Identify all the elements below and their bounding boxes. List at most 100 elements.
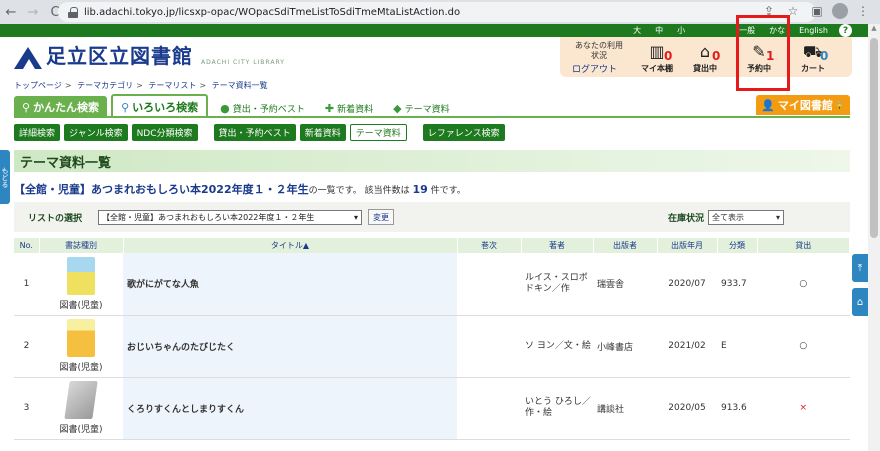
back-side-tab[interactable]: もどる (0, 150, 10, 204)
page-title: テーマ資料一覧 (14, 150, 850, 172)
tab-easy-search[interactable]: ⚲ かんたん検索 (14, 96, 108, 118)
home-icon: ⌂ (856, 296, 864, 308)
font-size-small[interactable]: 小 (670, 25, 692, 36)
menu-kebab-icon[interactable]: ⋮ (854, 2, 872, 20)
forward-button[interactable]: → (22, 1, 44, 23)
row-class: 913.6 (717, 377, 757, 440)
tab-new-items[interactable]: ✚ 新着資料 (317, 98, 381, 118)
tag-icon: ◆ (393, 101, 402, 115)
site-logo[interactable]: 足立区立図書館 ADACHI CITY LIBRARY (14, 40, 285, 69)
breadcrumb-item[interactable]: テーマリスト (148, 81, 196, 90)
breadcrumb: トップページ > テーマカテゴリ > テーマリスト > テーマ資料一覧 (14, 81, 268, 90)
help-icon[interactable]: ? (839, 24, 852, 37)
status-item-label: カート (801, 64, 825, 73)
subnav-reference-search[interactable]: レファレンス検索 (422, 124, 505, 141)
font-size-medium[interactable]: 中 (648, 25, 670, 36)
row-no: 2 (14, 315, 39, 378)
chevron-down-icon: ▾ (775, 212, 780, 222)
row-date: 2020/05 (657, 377, 717, 440)
search-tabs: ⚲ かんたん検索 ⚲ いろいろ検索 ● 貸出・予約ベスト ✚ 新着資料 ◆ テーマ資料 (14, 94, 458, 118)
tab-theme-items[interactable]: ◆ テーマ資料 (385, 98, 457, 118)
col-publisher: 出版者 (593, 238, 658, 253)
subnav-new-items[interactable]: 新着資料 (299, 124, 346, 141)
row-title[interactable]: くろりすくんとしまりすくん (123, 377, 457, 440)
status-lending[interactable]: ⌂ 0 貸出中 (684, 43, 726, 74)
user-status-panel: あなたの利用状況 ログアウト ▥ 0 マイ本棚 ⌂ 0 貸出中 ✎ 1 予約中 … (560, 37, 852, 77)
tab-divider (14, 116, 850, 118)
status-cart[interactable]: ⛟ 0 カート (792, 43, 834, 74)
arrow-up-icon: ⤒ (857, 262, 863, 274)
row-publisher: 小峰書店 (593, 315, 657, 378)
status-mybookshelf[interactable]: ▥ 0 マイ本棚 (636, 43, 678, 74)
breadcrumb-item[interactable]: テーマカテゴリ (77, 81, 133, 90)
book-cover[interactable] (67, 319, 95, 357)
lock-icon (68, 6, 78, 18)
logo-mark-icon (14, 47, 42, 69)
scroll-thumb[interactable] (870, 38, 878, 238)
font-size-large[interactable]: 大 (626, 25, 648, 36)
tab-lending-best[interactable]: ● 貸出・予約ベスト (212, 98, 313, 118)
tab-various-search[interactable]: ⚲ いろいろ検索 (111, 94, 209, 118)
page-scrollbar[interactable]: ▲ (868, 24, 880, 451)
status-item-label: 貸出中 (693, 64, 717, 73)
status-count: 0 (712, 49, 721, 63)
subnav-genre-search[interactable]: ジャンル検索 (64, 124, 128, 141)
status-count: 0 (664, 49, 673, 63)
row-volume (457, 253, 521, 316)
my-library-tab[interactable]: 👤 マイ図書館 🔒 (756, 95, 850, 115)
row-class: E (717, 315, 757, 378)
logout-link[interactable]: ログアウト (572, 62, 617, 75)
subnav-detail-search[interactable]: 詳細検索 (14, 124, 61, 141)
row-date: 2020/07 (657, 253, 717, 316)
list-select-dropdown[interactable]: 【全館・児童】あつまれおもしろい本2022年度１・２年生 ▾ (98, 209, 363, 225)
results-table: No. 書誌種別 タイトル▲ 巻次 著者 出版者 出版年月 分類 貸出 1 図書… (14, 238, 850, 440)
book-cover[interactable] (64, 381, 98, 419)
row-volume (457, 315, 521, 378)
row-avail: × (757, 377, 850, 440)
result-count: 19 (412, 183, 428, 196)
english-link[interactable]: English (792, 26, 835, 35)
breadcrumb-item[interactable]: テーマ資料一覧 (212, 81, 268, 90)
breadcrumb-item[interactable]: トップページ (14, 81, 62, 90)
row-no: 1 (14, 253, 39, 316)
book-cover[interactable] (67, 256, 95, 295)
row-type: 図書(児童) (39, 377, 123, 440)
home-button[interactable]: ⌂ (852, 288, 868, 316)
row-author: ソ ヨン／文・絵 (521, 315, 593, 378)
address-bar[interactable]: lib.adachi.tokyo.jp/licsxp-opac/WOpacSdi… (58, 2, 816, 22)
highlight-box (736, 15, 790, 91)
status-count: 0 (820, 49, 829, 63)
back-arrow-icon: ← (5, 4, 17, 20)
row-title[interactable]: おじいちゃんのたびじたく (123, 315, 457, 378)
subnav-ndc-search[interactable]: NDC分類検索 (131, 124, 198, 141)
row-date: 2021/02 (657, 315, 717, 378)
user-icon: 👤 (761, 98, 775, 112)
lock-icon: 🔒 (834, 100, 845, 110)
logo-name: 足立区立図書館 (46, 44, 193, 68)
url-text: lib.adachi.tokyo.jp/licsxp-opac/WOpacSdi… (84, 6, 461, 18)
search-icon: ⚲ (121, 100, 130, 114)
logo-subtitle: ADACHI CITY LIBRARY (201, 59, 285, 66)
side-tab-label: もどる (1, 166, 9, 188)
change-button[interactable]: 変更 (368, 209, 395, 225)
profile-avatar-icon[interactable] (832, 3, 848, 19)
col-author: 著者 (521, 238, 594, 253)
col-title[interactable]: タイトル▲ (123, 238, 458, 253)
sidepanel-icon[interactable]: ▣ (808, 2, 826, 20)
col-no: No. (14, 238, 40, 253)
stock-dropdown[interactable]: 全て表示 ▾ (708, 209, 784, 225)
back-button[interactable]: ← (0, 1, 22, 23)
subnav-theme-items[interactable]: テーマ資料 (349, 124, 407, 141)
col-avail: 貸出 (757, 238, 850, 253)
status-item-label: マイ本棚 (641, 64, 673, 73)
status-label: あなたの利用状況 (575, 41, 623, 60)
scroll-up-icon[interactable]: ▲ (868, 24, 880, 36)
col-type: 書誌種別 (39, 238, 124, 253)
row-title[interactable]: 歌がにがてな人魚 (123, 253, 457, 316)
table-row: 3 図書(児童) くろりすくんとしまりすくん いとう ひろし／作・絵 講談社 2… (14, 377, 850, 440)
subnav-lending-best[interactable]: 貸出・予約ベスト (213, 124, 296, 141)
list-select-panel: リストの選択 【全館・児童】あつまれおもしろい本2022年度１・２年生 ▾ 変更 … (14, 202, 850, 232)
stock-label: 在庫状況 (668, 213, 705, 224)
scroll-top-button[interactable]: ⤒ (852, 254, 868, 282)
tab-label: マイ図書館 (777, 99, 833, 112)
